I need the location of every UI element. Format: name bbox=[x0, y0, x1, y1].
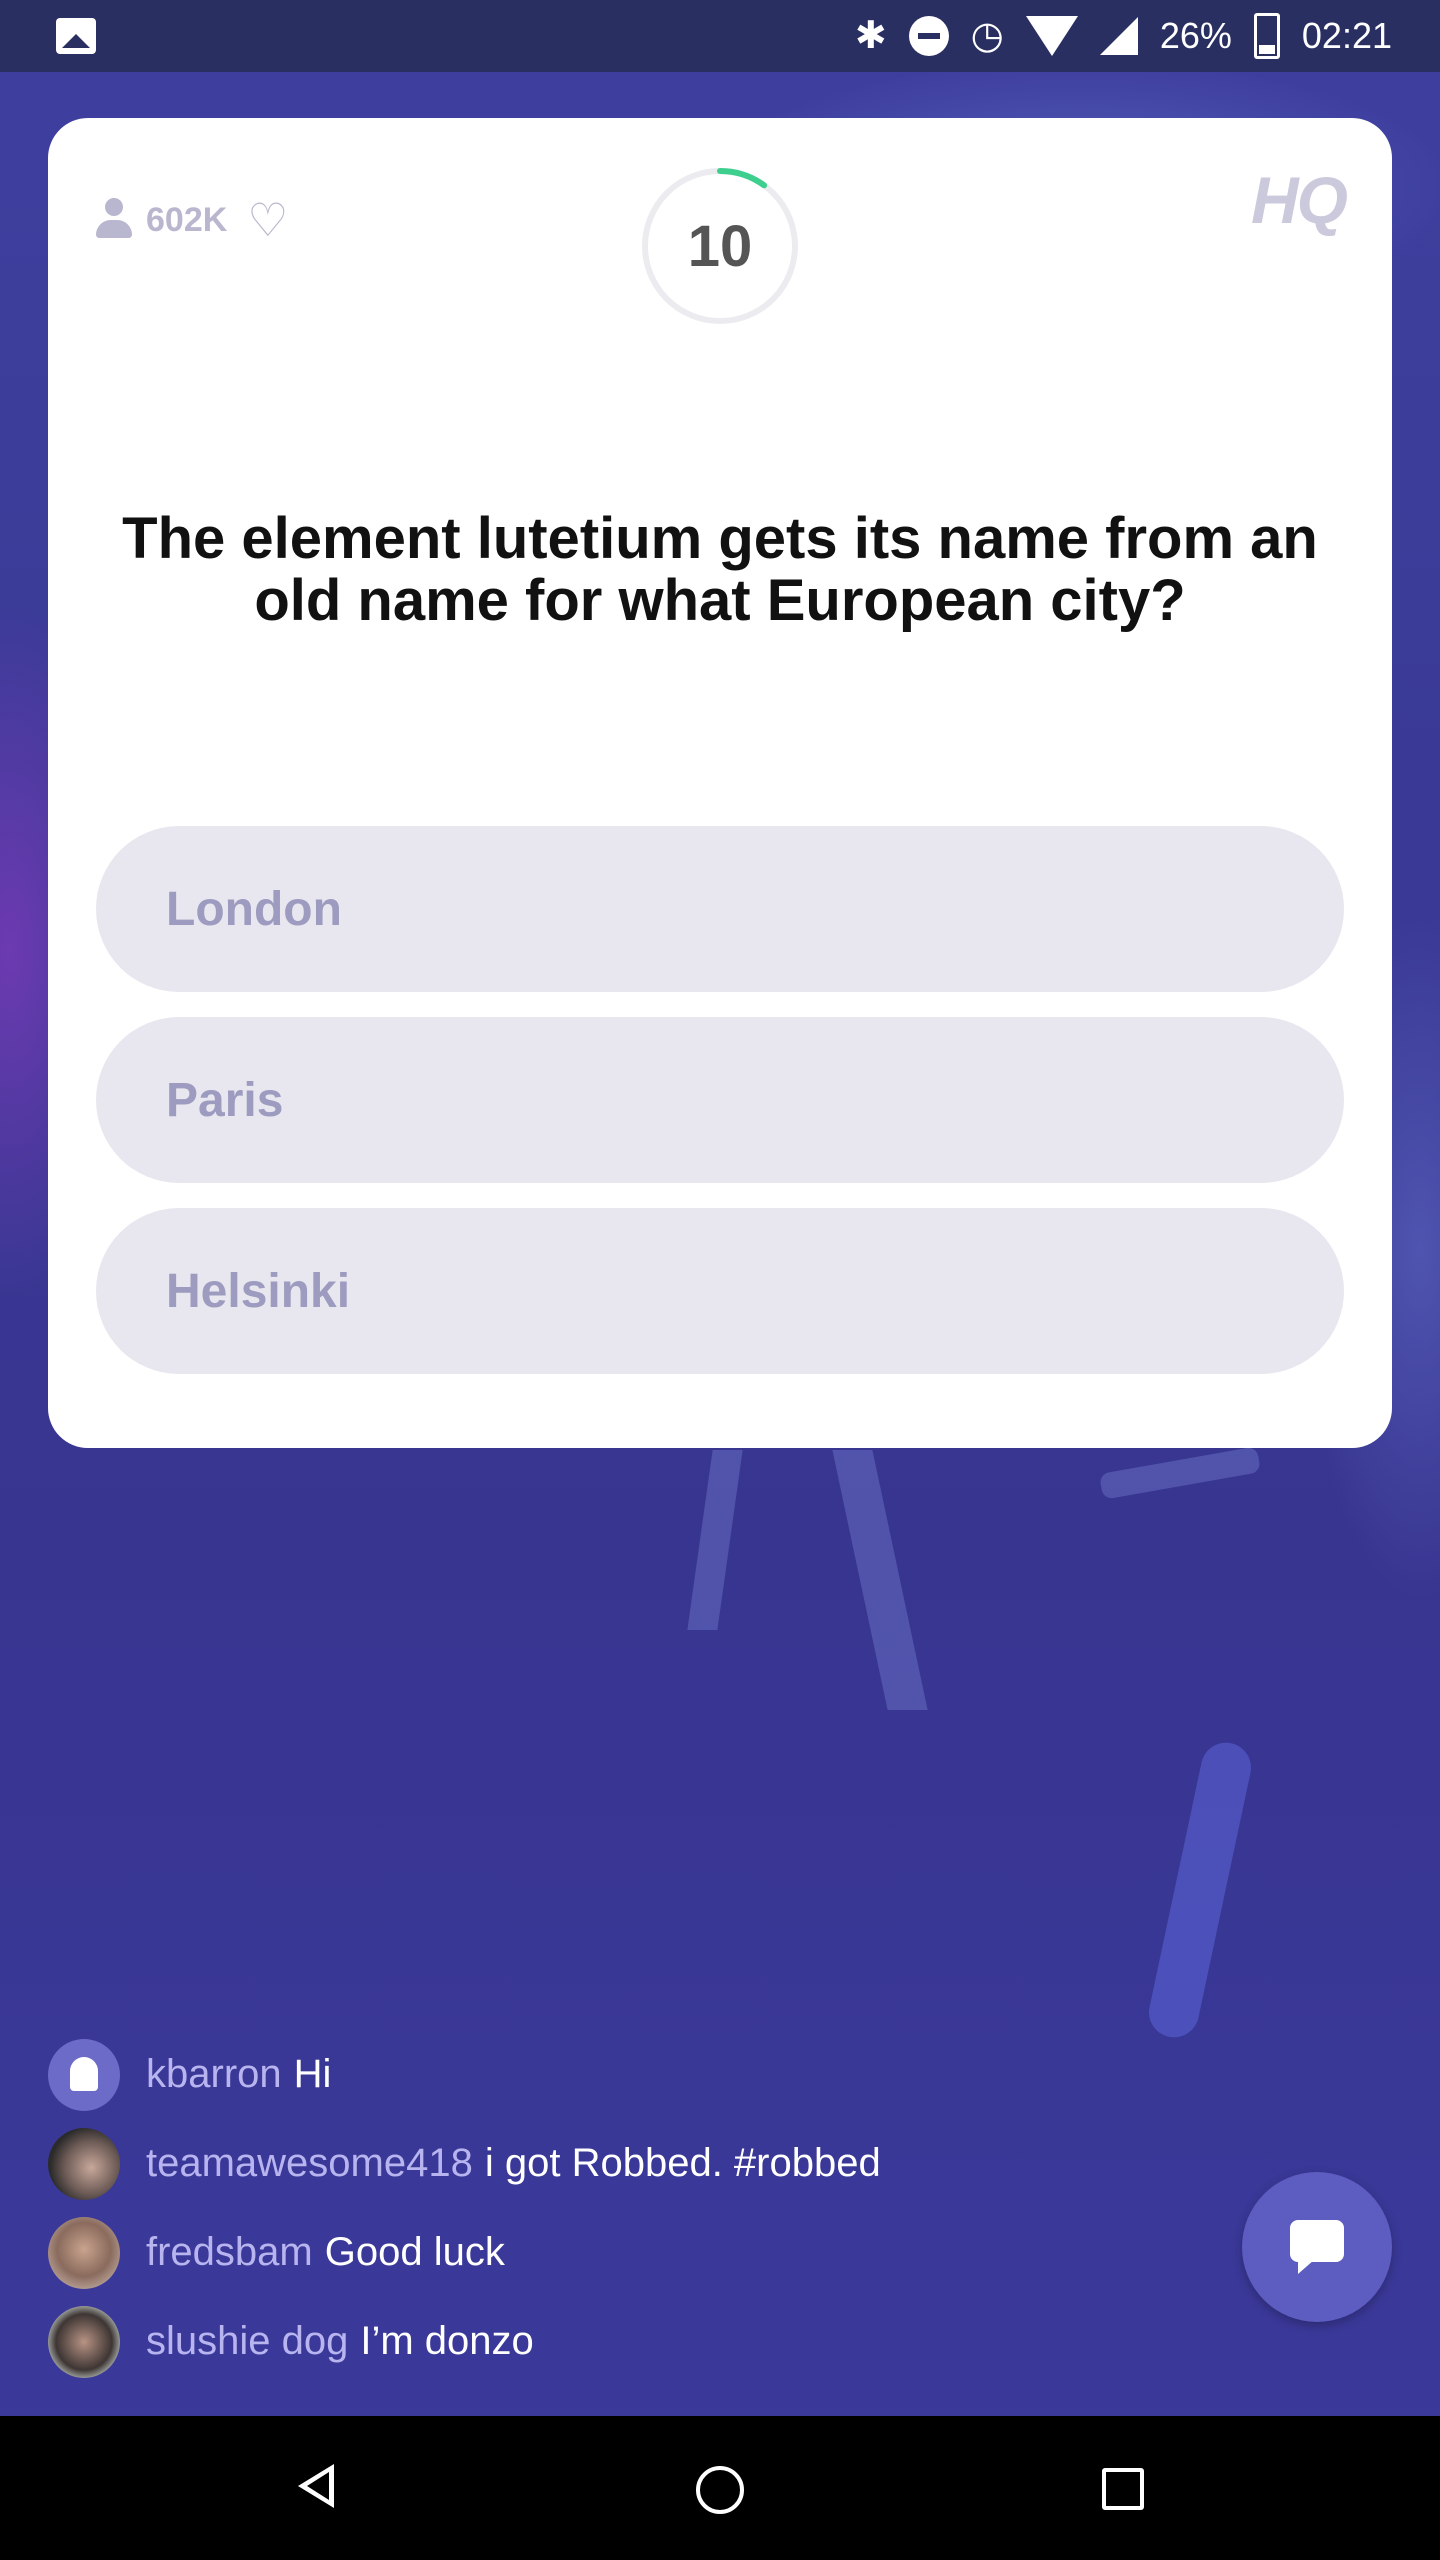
battery-charging-icon bbox=[1253, 13, 1280, 59]
status-bar: ✱ ◷ 26% 02:21 bbox=[0, 0, 1440, 72]
chat-feed: kbarron Hi teamawesome418 i got Robbed. … bbox=[48, 2030, 1148, 2386]
question-card: 602K ♡ 10 HQ The element lutetium gets i… bbox=[48, 118, 1392, 1448]
background-decoration bbox=[687, 1450, 743, 1630]
answer-option-london[interactable]: London bbox=[96, 826, 1344, 992]
back-icon[interactable] bbox=[298, 2464, 334, 2508]
status-icons: ✱ ◷ 26% 02:21 bbox=[855, 0, 1392, 72]
wifi-icon bbox=[1025, 16, 1078, 56]
chat-text: Hi bbox=[293, 2052, 332, 2096]
bluetooth-icon: ✱ bbox=[854, 15, 887, 57]
answer-option-paris[interactable]: Paris bbox=[96, 1017, 1344, 1183]
chat-text: Good luck bbox=[324, 2230, 505, 2274]
alarm-icon: ◷ bbox=[970, 15, 1004, 57]
battery-percentage: 26% bbox=[1159, 15, 1232, 56]
chat-text: i got Robbed. #robbed bbox=[484, 2141, 881, 2185]
do-not-disturb-icon bbox=[908, 16, 949, 56]
image-icon bbox=[56, 18, 96, 54]
background-decoration bbox=[1144, 1738, 1256, 2042]
heart-icon[interactable]: ♡ bbox=[247, 197, 288, 243]
chat-message: kbarron Hi bbox=[48, 2030, 1148, 2119]
chat-message: slushie dog I’m donzo bbox=[48, 2297, 1148, 2386]
viewer-count-group: 602K ♡ bbox=[96, 180, 289, 260]
answer-option-helsinki[interactable]: Helsinki bbox=[96, 1208, 1344, 1374]
chat-button[interactable] bbox=[1242, 2172, 1392, 2322]
chat-username: slushie dog bbox=[146, 2319, 349, 2363]
chat-message: teamawesome418 i got Robbed. #robbed bbox=[48, 2119, 1148, 2208]
ghost-avatar-icon bbox=[48, 2038, 120, 2111]
chat-username: teamawesome418 bbox=[146, 2141, 473, 2185]
avatar bbox=[48, 2127, 120, 2200]
avatar bbox=[48, 2216, 120, 2289]
chat-bubble-icon bbox=[1290, 2220, 1344, 2274]
background-decoration bbox=[1098, 1446, 1262, 1500]
chat-message: fredsbam Good luck bbox=[48, 2208, 1148, 2297]
question-text: The element lutetium gets its name from … bbox=[122, 506, 1318, 633]
chat-username: fredsbam bbox=[146, 2230, 313, 2274]
clock: 02:21 bbox=[1301, 15, 1392, 56]
navigation-bar bbox=[0, 2416, 1440, 2560]
hq-logo: HQ bbox=[1251, 163, 1348, 237]
chat-text: I’m donzo bbox=[360, 2319, 534, 2363]
signal-icon bbox=[1099, 17, 1138, 55]
countdown-timer: 10 bbox=[640, 166, 800, 326]
chat-username: kbarron bbox=[146, 2052, 282, 2096]
person-icon bbox=[96, 198, 132, 242]
background-decoration bbox=[832, 1450, 928, 1710]
home-icon[interactable] bbox=[696, 2466, 744, 2514]
hq-trivia-screen: ✱ ◷ 26% 02:21 602K ♡ 10 HQ The element l… bbox=[0, 0, 1440, 2560]
viewer-count: 602K bbox=[146, 200, 228, 239]
avatar bbox=[48, 2305, 120, 2378]
answer-list: London Paris Helsinki bbox=[96, 826, 1344, 1399]
timer-seconds: 10 bbox=[687, 213, 753, 279]
recent-apps-icon[interactable] bbox=[1102, 2468, 1144, 2510]
